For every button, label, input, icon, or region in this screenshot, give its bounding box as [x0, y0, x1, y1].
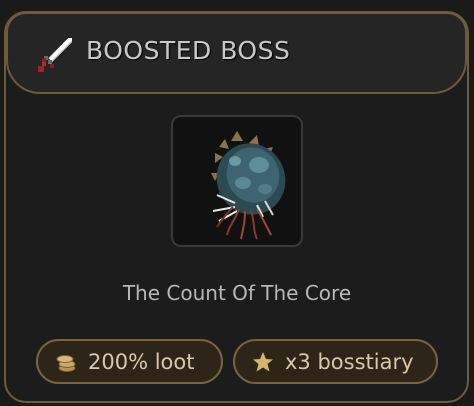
coins-icon — [56, 354, 76, 372]
card-header: BOOSTED BOSS — [6, 12, 467, 94]
star-icon — [253, 351, 273, 371]
bosstiary-bonus-label: x3 bosstiary — [285, 349, 414, 374]
header-title: BOOSTED BOSS — [86, 36, 291, 65]
sword-icon — [38, 38, 72, 72]
boss-name: The Count Of The Core — [122, 281, 352, 305]
loot-bonus-label: 200% loot — [88, 349, 195, 374]
loot-bonus-badge: 200% loot — [36, 339, 223, 384]
bosstiary-bonus-badge: x3 bosstiary — [233, 339, 438, 384]
boss-creature-icon — [211, 131, 286, 240]
boss-portrait — [171, 115, 303, 247]
